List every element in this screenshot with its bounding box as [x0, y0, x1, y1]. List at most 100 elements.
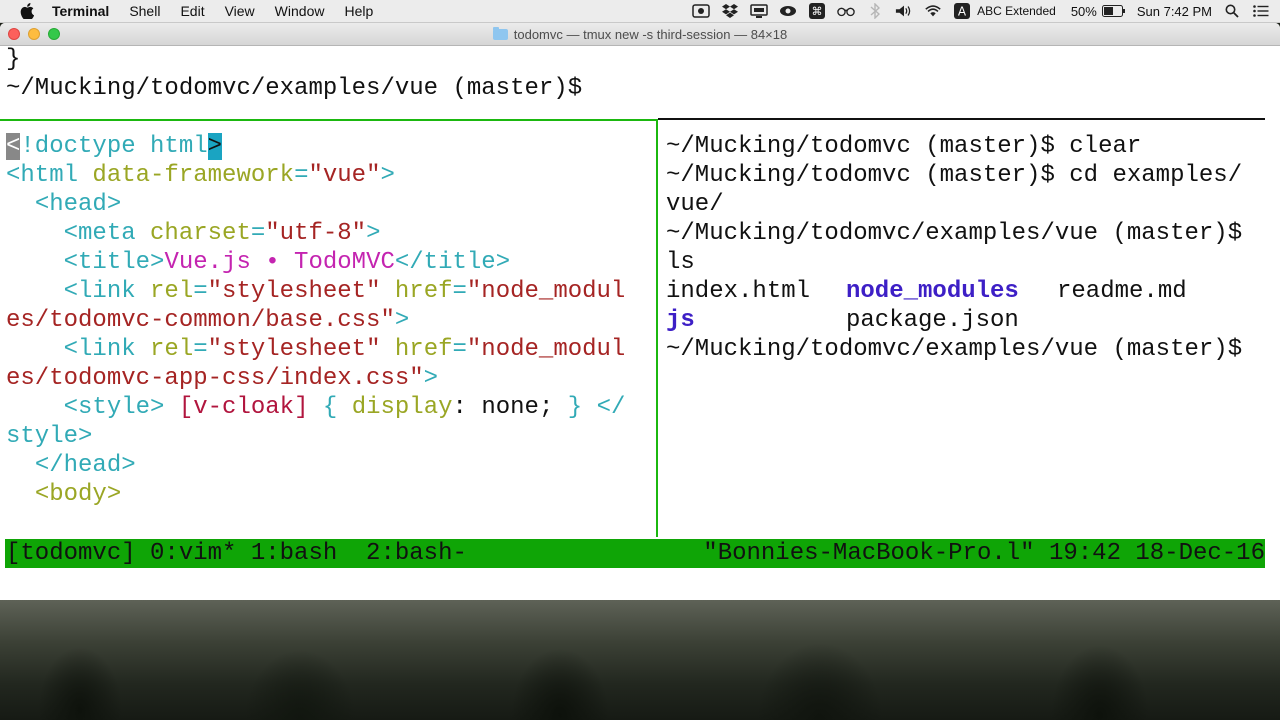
code-line: es/todomvc-app-css/index.css">: [6, 364, 438, 393]
menu-help[interactable]: Help: [344, 3, 373, 19]
code-token: "vue": [308, 162, 381, 189]
clock[interactable]: Sun 7:42 PM: [1137, 4, 1212, 19]
code-token: >: [394, 307, 410, 334]
notification-center-icon[interactable]: [1252, 3, 1270, 19]
code-line: <html data-framework="vue">: [6, 161, 395, 190]
code-token: "node_modul: [466, 278, 626, 305]
input-source-label[interactable]: ABC Extended: [977, 4, 1056, 18]
tmux-window-list[interactable]: [todomvc] 0:vim* 1:bash 2:bash-: [6, 539, 467, 568]
code-token: =: [193, 336, 208, 363]
code-token: :: [452, 394, 467, 421]
tmux-status-right: "Bonnies-MacBook-Pro.l" 19:42 18-Dec-16: [703, 540, 1265, 567]
shell-prompt: ~/Mucking/todomvc/examples/vue (master)$: [666, 336, 1243, 363]
cursor: <: [6, 133, 21, 160]
code-token: <link: [63, 278, 151, 305]
svg-text:A: A: [958, 5, 967, 19]
code-token: <style>: [63, 394, 165, 421]
code-token: =: [452, 278, 467, 305]
code-token: Vue.js • TodoMVC: [164, 249, 395, 276]
code-line: </head>: [6, 451, 136, 480]
code-token: {: [322, 394, 338, 421]
volume-icon[interactable]: [895, 3, 913, 19]
code-token: <link: [63, 336, 151, 363]
ls-entry-directory: js: [666, 307, 695, 334]
bluetooth-icon[interactable]: [866, 3, 884, 19]
tmux-status-bar: [todomvc] 0:vim* 1:bash 2:bash- "Bonnies…: [5, 539, 1265, 568]
svg-text:⌘: ⌘: [812, 5, 823, 18]
code-token: href: [394, 278, 453, 305]
code-token: display: [351, 394, 453, 421]
code-token: }: [567, 394, 583, 421]
eye-icon[interactable]: [779, 3, 797, 19]
code-token: >: [366, 220, 381, 247]
battery-percent[interactable]: 50%: [1071, 4, 1097, 19]
code-line: es/todomvc-common/base.css">: [6, 306, 409, 335]
terminal-window: todomvc — tmux new -s third-session — 84…: [0, 23, 1280, 600]
input-source-icon[interactable]: A: [953, 3, 971, 19]
bash-pane[interactable]: ~/Mucking/todomvc (master)$ clear ~/Muck…: [666, 23, 1266, 400]
menu-window[interactable]: Window: [275, 3, 325, 19]
code-token: !doctype html: [20, 133, 208, 160]
code-token: <body>: [34, 481, 122, 508]
code-token: </title>: [394, 249, 511, 276]
terminal-content[interactable]: } ~/Mucking/todomvc/examples/vue (master…: [0, 23, 1280, 600]
spotlight-search-icon[interactable]: [1223, 3, 1241, 19]
code-token: <html: [6, 162, 93, 189]
ls-entry: readme.md: [1057, 278, 1187, 305]
battery-icon[interactable]: [1101, 3, 1126, 19]
code-token: =: [294, 162, 309, 189]
display-icon[interactable]: [750, 3, 768, 19]
menu-edit[interactable]: Edit: [180, 3, 204, 19]
shell-line: vue/: [666, 191, 724, 218]
code-token: es/todomvc-common/base.css": [6, 307, 395, 334]
shell-line: ~/Mucking/todomvc (master)$ cd examples/: [666, 162, 1243, 189]
code-token: rel: [150, 278, 194, 305]
code-line: <!doctype html>: [6, 132, 223, 161]
matching-bracket: >: [207, 133, 223, 160]
wifi-icon[interactable]: [924, 3, 942, 19]
code-token: =: [452, 336, 467, 363]
code-token: =: [193, 278, 208, 305]
menu-bar: Terminal Shell Edit View Window Help ⌘ A…: [0, 0, 1280, 23]
code-line: <head>: [6, 190, 121, 219]
shell-line: ~/Mucking/todomvc/examples/vue (master)$: [666, 220, 1243, 247]
code-token: none;: [481, 394, 554, 421]
command-icon[interactable]: ⌘: [808, 3, 826, 19]
code-token: es/todomvc-app-css/index.css": [6, 365, 424, 392]
code-line: <style> [v-cloak] { display: none; } </: [6, 393, 626, 422]
code-token: href: [394, 336, 453, 363]
code-line: <meta charset="utf-8">: [6, 219, 381, 248]
pane-border-vertical[interactable]: [656, 119, 658, 537]
dropbox-icon[interactable]: [721, 3, 739, 19]
code-token: <meta: [63, 220, 151, 247]
menu-view[interactable]: View: [225, 3, 255, 19]
code-token: <title>: [63, 249, 165, 276]
apple-menu-icon[interactable]: [20, 3, 34, 19]
code-token: </head>: [34, 452, 136, 479]
code-token: =: [250, 220, 266, 247]
shell-line: ls: [666, 249, 695, 276]
glasses-icon[interactable]: [837, 3, 855, 19]
code-token: <head>: [34, 191, 122, 218]
ls-entry: index.html: [666, 278, 811, 305]
code-line: <link rel="stylesheet" href="node_modul: [6, 335, 626, 364]
code-line: <title>Vue.js • TodoMVC</title>: [6, 248, 510, 277]
menu-terminal[interactable]: Terminal: [52, 3, 109, 19]
vim-pane[interactable]: <!doctype html> <html data-framework="vu…: [6, 23, 654, 508]
code-token: "utf-8": [265, 220, 367, 247]
code-token: "stylesheet": [207, 278, 381, 305]
code-token: "node_modul: [466, 336, 626, 363]
menu-shell[interactable]: Shell: [129, 3, 160, 19]
code-token: </: [596, 394, 626, 421]
screen-recorder-icon[interactable]: [692, 3, 710, 19]
code-line: <link rel="stylesheet" href="node_modul: [6, 277, 626, 306]
shell-line: ~/Mucking/todomvc (master)$ clear: [666, 133, 1142, 160]
code-token: >: [380, 162, 395, 189]
ls-entry-directory: node_modules: [846, 278, 1019, 305]
code-token: rel: [150, 336, 194, 363]
code-token: data-framework: [92, 162, 295, 189]
code-token: [v-cloak]: [178, 394, 309, 421]
code-token: charset: [150, 220, 251, 247]
code-line: <body>: [6, 480, 121, 509]
code-line: style>: [6, 422, 92, 451]
